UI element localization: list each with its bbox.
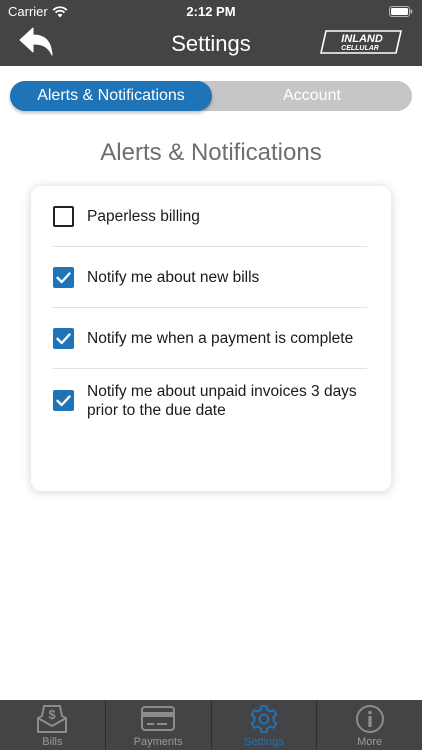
inland-cellular-logo: INLAND CELLULAR [320,30,402,54]
option-label: Notify me when a payment is complete [87,330,354,347]
logo-line-1: INLAND [341,33,383,45]
tab-label: Bills [42,736,63,748]
tab-bills[interactable]: $ Bills [0,700,105,750]
tab-label: More [357,736,383,748]
credit-card-icon [141,706,176,731]
tab-alerts-notifications[interactable]: Alerts & Notifications [10,81,212,111]
option-unpaid-invoices[interactable]: Notify me about unpaid invoices 3 days p… [53,369,367,439]
tab-more[interactable]: More [316,700,422,750]
checkmark-icon [56,333,71,345]
svg-text:$: $ [49,707,57,722]
battery-icon [389,6,413,17]
option-paperless-billing[interactable]: Paperless billing [53,186,367,247]
top-bar: Carrier 2:12 PM Settings INLAND CELLULAR [0,0,422,66]
logo-line-2: CELLULAR [341,45,379,52]
unpaid-invoices-checkbox[interactable] [53,390,74,411]
option-new-bills[interactable]: Notify me about new bills [53,247,367,308]
bottom-tab-bar: $ Bills Payments Settings More [0,700,422,750]
checkmark-icon [56,395,71,407]
bill-dollar-icon: $ [37,705,68,733]
settings-segmented-control: Account Alerts & Notifications [10,81,412,111]
tab-label: Settings [244,736,284,748]
tab-payments[interactable]: Payments [104,700,211,750]
info-icon [355,705,384,733]
new-bills-checkbox[interactable] [53,267,74,288]
notification-options-card: Paperless billing Notify me about new bi… [31,186,391,491]
option-payment-complete[interactable]: Notify me when a payment is complete [53,308,367,369]
gear-icon [250,705,278,733]
section-title: Alerts & Notifications [100,139,322,166]
option-label: Paperless billing [87,208,200,225]
tab-account[interactable]: Account [212,81,412,111]
tab-settings-nav[interactable]: Settings [210,700,317,750]
payment-complete-checkbox[interactable] [53,328,74,349]
checkmark-icon [56,272,71,284]
status-time: 2:12 PM [186,4,236,19]
paperless-billing-checkbox[interactable] [53,206,74,227]
tab-label: Payments [133,736,183,748]
status-bar: Carrier 2:12 PM [0,0,422,22]
option-label: Notify me about new bills [87,269,260,286]
option-label: Notify me about unpaid invoices 3 days p… [87,383,357,419]
